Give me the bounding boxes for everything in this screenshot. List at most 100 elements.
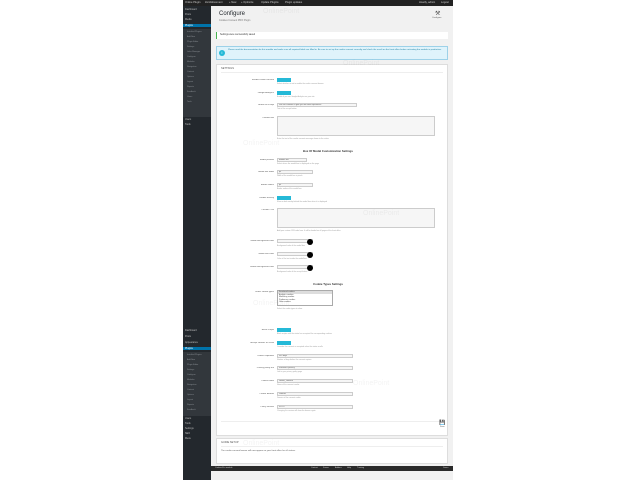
footer-link[interactable]: Addons [335,466,342,471]
sidebar-subitem[interactable]: Add New [187,36,195,38]
radius-input[interactable]: px [277,183,313,187]
info-icon: i [219,50,225,56]
sidebar-subitem[interactable]: Tools [187,101,192,103]
save-button[interactable]: Save [440,426,445,428]
field-hint: Add your custom CSS code here. It will b… [277,230,341,232]
sidebar-subitem[interactable]: Content [187,71,194,73]
sidebar-subitem[interactable]: Settings [187,46,194,48]
button-text-input[interactable]: We use cookies to give you the best expe… [277,103,357,107]
field-hint: Text of the accept button [277,108,297,110]
sidebar-subitem[interactable]: Modules [187,61,195,63]
sidebar-subitem[interactable]: Feedback [187,91,196,93]
info-alert: i Please read the documentation for this… [216,46,448,60]
sidebar-item-appearance[interactable]: Appearance [185,341,198,344]
cookie-name-input[interactable]: cookie_consent [277,379,353,383]
sidebar-subitem[interactable]: Reports [187,404,194,406]
page-title: Configure [219,11,246,17]
color-swatch[interactable] [307,238,313,245]
sidebar-subitem[interactable]: Configure [187,374,196,376]
footer-link[interactable]: Help [347,466,351,471]
overlay-toggle[interactable] [277,196,291,200]
configure-icon[interactable]: ⚒ [435,10,440,17]
sidebar-subitem[interactable]: Users [187,96,192,98]
sidebar-item-posts[interactable]: Posts [185,13,191,16]
sidebar-item-users[interactable]: Users [185,118,191,121]
field-hint: Enable if you use Google Analytics on yo… [277,96,315,98]
sidebar-subitem[interactable]: Plugin Editor [187,41,198,43]
sidebar-item-tools[interactable]: Tools [185,422,191,425]
sidebar-subitem[interactable]: Installed Plugins [187,31,202,33]
field-label: Border radius [260,184,274,186]
footer-right[interactable]: Demo [443,466,448,471]
field-label: Modal background color [250,240,274,242]
sidebar-subitem[interactable]: Links Manager [187,51,200,53]
footer-left[interactable]: CookiesPro module [215,466,232,471]
sidebar-item-dashboard[interactable]: Dashboard [185,8,197,11]
footer-link[interactable]: Training [357,466,364,471]
sidebar-item-seo[interactable]: SEO [185,432,190,435]
custom-css-textarea[interactable] [277,208,435,228]
success-notice: Settings were successfully saved [216,32,448,39]
color-swatch[interactable] [307,264,313,271]
section-title: Box Of Modal Customization Settings [303,149,353,153]
sidebar-subitem[interactable]: Options [187,394,194,396]
sidebar-subitem[interactable]: Navigation [187,66,196,68]
policy-version-input[interactable]: v1.0.0 [277,405,353,409]
bg-color-picker[interactable] [277,238,313,245]
field-label: Privacy policy link [256,367,274,369]
field-hint: Domain of the consent cookie [277,397,301,399]
sidebar-item-tools[interactable]: Tools [185,123,191,126]
width-input[interactable]: px [277,170,313,174]
content-textarea[interactable] [277,116,435,136]
footer-link[interactable]: Contact [311,466,318,471]
sidebar-item-media[interactable]: Media [185,18,192,21]
block-scripts-toggle[interactable] [277,328,291,332]
button-color-picker[interactable] [277,264,313,271]
cookie-domain-input[interactable]: Domain [277,392,353,396]
field-hint: Consider the consent as accepted when th… [277,346,323,348]
sidebar-item-settings[interactable]: Settings [185,427,194,430]
guide-text: The cookie consent banner will now appea… [221,450,296,452]
sidebar-item-plugins[interactable]: Plugins [183,347,211,350]
position-select[interactable]: Bottom left [277,158,307,162]
text-color-picker[interactable] [277,251,313,258]
footer-link[interactable]: Forum [323,466,329,471]
sidebar-item-plugins[interactable]: Plugins [183,24,211,27]
sidebar-subitem[interactable]: Settings [187,369,194,371]
sidebar-subitem[interactable]: Layout [187,81,193,83]
sidebar-subitem[interactable]: Modules [187,379,195,381]
footer-bar: CookiesPro module Contact Forum Addons H… [211,466,453,471]
field-hint: Link to your privacy policy page [277,371,303,373]
sidebar-subitem[interactable]: Feedback [187,409,196,411]
color-swatch[interactable] [307,251,313,258]
sidebar-subitem[interactable]: Options [187,76,194,78]
field-label: Modal position [259,159,274,161]
accept-scroll-toggle[interactable] [277,341,291,345]
sidebar-subitem[interactable]: Content [187,389,194,391]
section-title: Cookie Types Settings [313,282,343,286]
field-hint: Background color of the modal box [277,245,305,247]
configure-label[interactable]: Configure [432,17,442,19]
field-label: Modal box width [258,171,274,173]
sidebar-subitem[interactable]: Navigation [187,384,196,386]
admin-sidebar: Dashboard Posts Media Plugins Installed … [183,6,211,480]
sidebar-subitem[interactable]: Layout [187,399,193,401]
sidebar-subitem[interactable]: Add New [187,359,195,361]
sidebar-item-menu[interactable]: Menu [185,437,191,440]
expiration-input[interactable]: 365 days [277,354,353,358]
field-label: Cookie expiration [257,355,274,357]
field-hint: Changing the version will show the banne… [277,410,316,412]
sidebar-subitem[interactable]: Installed Plugins [187,354,202,356]
google-analytics-toggle[interactable] [277,91,291,95]
sidebar-item-posts[interactable]: Posts [185,335,191,338]
field-label: Content text [262,117,274,119]
sidebar-subitem[interactable]: Configure [187,56,196,58]
sidebar-item-dashboard[interactable]: Dashboard [185,329,197,332]
enable-toggle[interactable] [277,78,291,82]
watermark: OnlinePoint [343,60,380,67]
sidebar-subitem[interactable]: Plugin Editor [187,364,198,366]
sidebar-item-users[interactable]: Users [185,417,191,420]
sidebar-subitem[interactable]: Reports [187,86,194,88]
watermark: OnlinePoint [353,380,390,387]
policy-link-input[interactable]: /content/2-privacy [277,366,353,370]
